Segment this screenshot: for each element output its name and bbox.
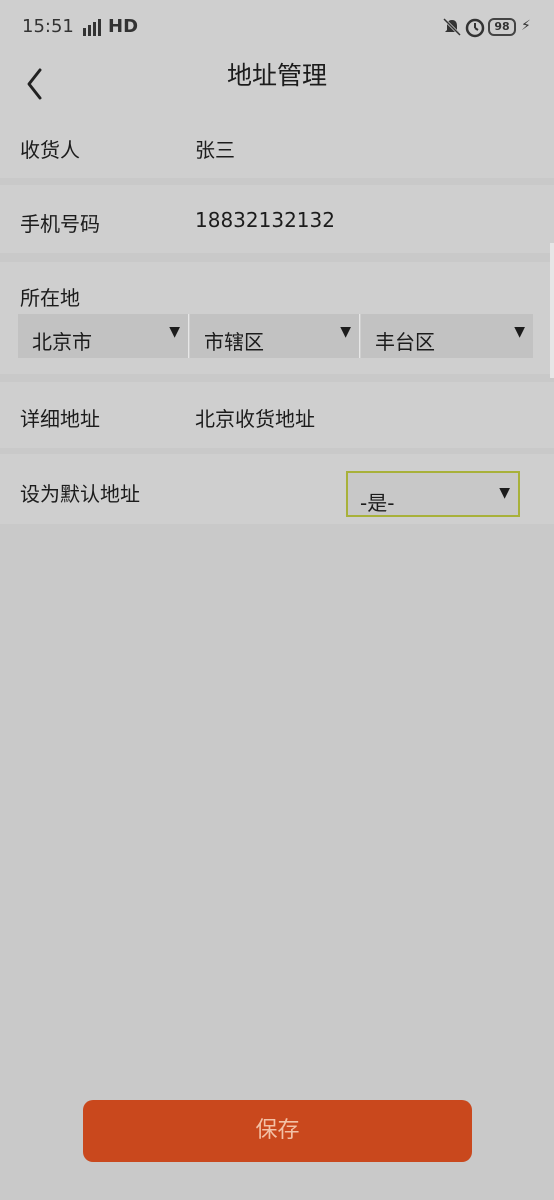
- header-bar: 地址管理: [0, 56, 554, 112]
- province-select[interactable]: 北京市 ▼: [18, 314, 189, 358]
- phone-label: 手机号码: [20, 212, 100, 236]
- phone-row[interactable]: 手机号码 18832132132: [0, 185, 554, 253]
- district-value: 丰台区: [375, 330, 435, 354]
- status-bar: 15:51 HD 98 ⚡: [0, 0, 554, 56]
- dropdown-arrow-icon: ▼: [514, 324, 525, 340]
- location-label: 所在地: [20, 286, 80, 310]
- status-time: 15:51: [22, 16, 74, 37]
- phone-value[interactable]: 18832132132: [195, 208, 335, 232]
- default-address-label: 设为默认地址: [20, 482, 140, 506]
- mute-icon: [442, 17, 462, 37]
- save-button[interactable]: 保存: [83, 1100, 472, 1162]
- location-row: 所在地 北京市 ▼ 市辖区 ▼ 丰台区 ▼: [0, 262, 554, 374]
- default-address-value: -是-: [360, 491, 395, 515]
- dropdown-arrow-icon: ▼: [169, 324, 180, 340]
- battery-icon: 98: [488, 18, 516, 36]
- default-address-select[interactable]: -是- ▼: [346, 471, 520, 517]
- detail-address-value[interactable]: 北京收货地址: [195, 403, 315, 432]
- alarm-icon: [465, 18, 485, 38]
- receiver-label: 收货人: [20, 138, 80, 162]
- detail-address-label: 详细地址: [20, 407, 100, 431]
- district-select[interactable]: 丰台区 ▼: [361, 314, 533, 358]
- city-value: 市辖区: [204, 330, 264, 354]
- network-label: HD: [108, 16, 139, 37]
- scroll-edge: [550, 243, 554, 378]
- dropdown-arrow-icon: ▼: [499, 485, 510, 501]
- signal-icon: [83, 19, 101, 36]
- receiver-row[interactable]: 收货人 张三: [0, 112, 554, 178]
- dropdown-arrow-icon: ▼: [340, 324, 351, 340]
- city-select[interactable]: 市辖区 ▼: [190, 314, 360, 358]
- province-value: 北京市: [32, 330, 92, 354]
- detail-address-row[interactable]: 详细地址 北京收货地址: [0, 382, 554, 448]
- page-title: 地址管理: [226, 61, 327, 90]
- receiver-value[interactable]: 张三: [195, 134, 235, 163]
- charging-icon: ⚡: [521, 18, 531, 34]
- battery-level: 98: [494, 20, 510, 33]
